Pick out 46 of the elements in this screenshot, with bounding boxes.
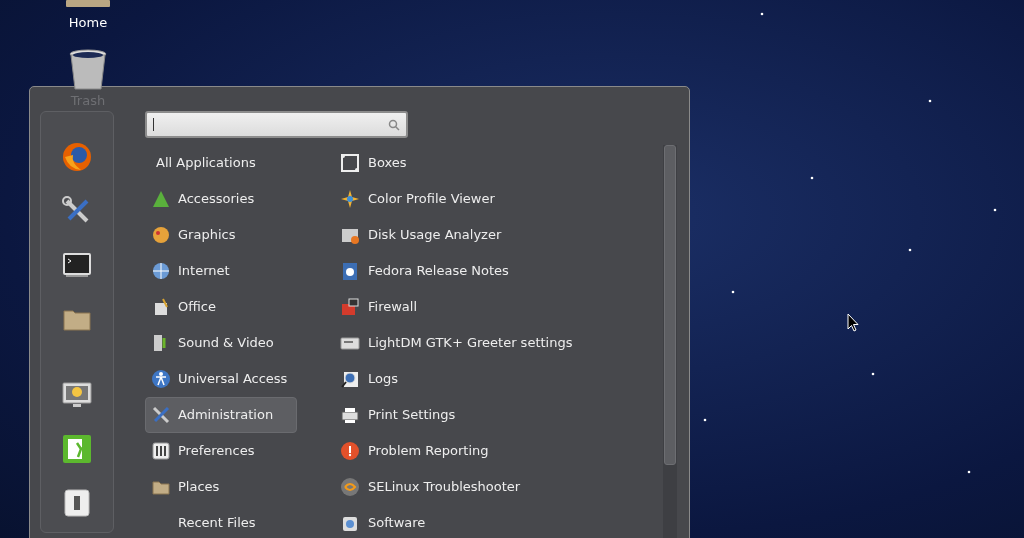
application-item[interactable]: Problem Reporting — [340, 433, 660, 469]
application-item[interactable]: Color Profile Viewer — [340, 181, 660, 217]
application-icon — [340, 477, 360, 497]
trash-bin-icon[interactable] — [69, 48, 107, 91]
web-browser-icon[interactable] — [61, 141, 93, 173]
category-item[interactable]: Accessories — [145, 181, 297, 217]
application-item[interactable]: Firewall — [340, 289, 660, 325]
application-item[interactable]: Fedora Release Notes — [340, 253, 660, 289]
application-icon — [340, 441, 360, 461]
category-item[interactable]: Preferences — [145, 433, 297, 469]
application-item[interactable]: Logs — [340, 361, 660, 397]
application-item[interactable]: SELinux Troubleshooter — [340, 469, 660, 505]
application-item[interactable]: LightDM GTK+ Greeter settings — [340, 325, 660, 361]
category-item[interactable]: Sound & Video — [145, 325, 297, 361]
category-item[interactable]: Office — [145, 289, 297, 325]
search-icon — [388, 118, 400, 131]
application-item[interactable]: Software — [340, 505, 660, 538]
application-item[interactable]: Print Settings — [340, 397, 660, 433]
category-item[interactable]: Internet — [145, 253, 297, 289]
category-icon — [151, 441, 171, 461]
category-icon — [151, 189, 171, 209]
desktop-icon-label: Home — [68, 14, 108, 32]
category-item[interactable]: Administration — [145, 397, 297, 433]
category-icon — [151, 405, 171, 425]
search-field[interactable] — [145, 111, 408, 138]
mouse-pointer-icon — [847, 313, 859, 332]
application-icon — [340, 297, 360, 317]
scrollbar-thumb[interactable] — [664, 145, 676, 465]
application-icon — [340, 189, 360, 209]
text-cursor — [153, 118, 154, 131]
application-item[interactable]: Disk Usage Analyzer — [340, 217, 660, 253]
category-item[interactable]: Universal Access — [145, 361, 297, 397]
application-icon — [340, 405, 360, 425]
category-item[interactable]: All Applications — [145, 145, 297, 181]
category-item[interactable]: Graphics — [145, 217, 297, 253]
category-item[interactable]: Places — [145, 469, 297, 505]
category-icon — [151, 225, 171, 245]
category-icon — [151, 369, 171, 389]
category-icon — [151, 261, 171, 281]
application-icon — [340, 369, 360, 389]
category-item[interactable]: Recent Files — [145, 505, 297, 538]
application-icon — [340, 153, 360, 173]
application-icon — [340, 261, 360, 281]
application-item[interactable]: Boxes — [340, 145, 660, 181]
exit-sign-icon[interactable] — [61, 433, 93, 465]
switch-icon[interactable] — [61, 487, 93, 519]
